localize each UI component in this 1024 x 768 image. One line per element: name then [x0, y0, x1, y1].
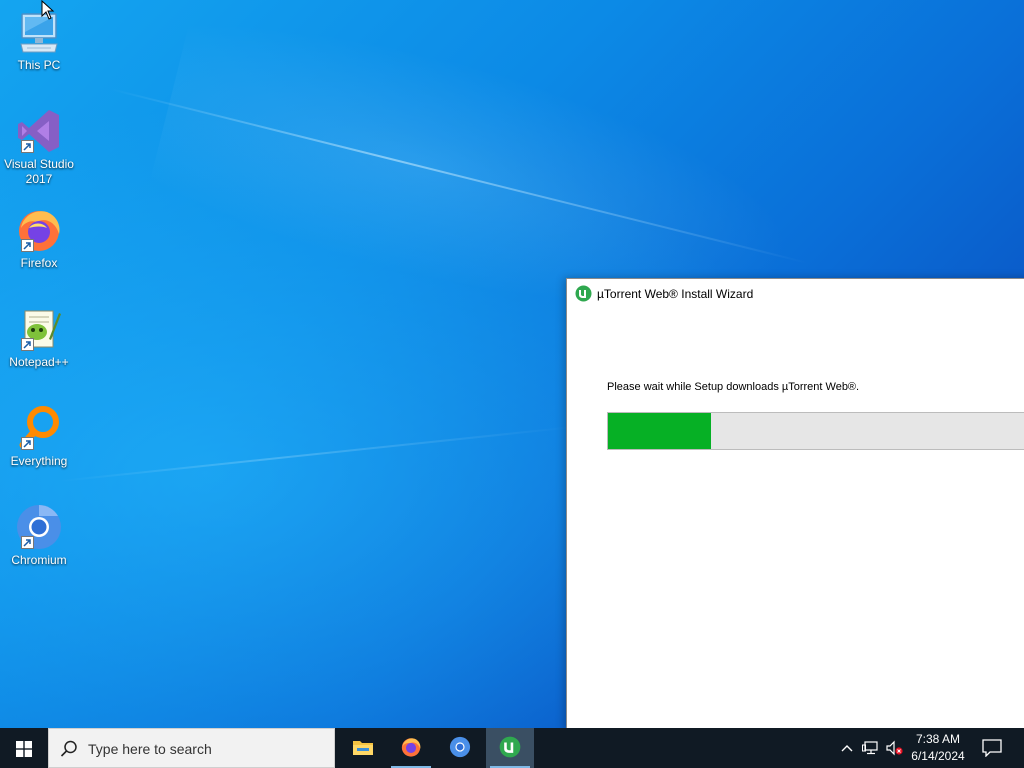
firefox-icon [15, 206, 63, 254]
firefox-icon [401, 738, 421, 757]
this-pc-icon [15, 8, 63, 56]
search-icon [60, 740, 78, 763]
shortcut-arrow-icon [21, 239, 34, 252]
desktop-icon-notepad-plus-plus[interactable]: Notepad++ [2, 305, 76, 370]
progress-bar-fill [608, 413, 712, 449]
desktop-icon-visual-studio[interactable]: Visual Studio 2017 [2, 107, 76, 187]
shortcut-arrow-icon [21, 140, 34, 153]
taskbar: Type here to search 7:38 AM 6/14/2024 [0, 728, 1024, 768]
chromium-icon [449, 736, 471, 758]
desktop-icon-label: Firefox [20, 256, 58, 270]
search-placeholder: Type here to search [88, 741, 212, 757]
desktop-icon-this-pc[interactable]: This PC [2, 8, 76, 73]
clock-time: 7:38 AM [915, 732, 961, 746]
utorrent-install-wizard-window[interactable]: µTorrent Web® Install Wizard Please wait… [566, 278, 1024, 731]
mouse-cursor-icon [41, 0, 55, 25]
taskbar-clock[interactable]: 7:38 AM 6/14/2024 [904, 731, 972, 765]
window-titlebar[interactable]: µTorrent Web® Install Wizard [567, 279, 1024, 309]
everything-search-icon [15, 404, 63, 452]
volume-muted-icon[interactable] [886, 740, 904, 761]
visual-studio-icon [15, 107, 63, 155]
desktop-icon-label: Visual Studio 2017 [4, 157, 74, 186]
start-button[interactable] [0, 728, 48, 768]
desktop-icon-chromium[interactable]: Chromium [2, 503, 76, 568]
taskbar-firefox[interactable] [387, 728, 435, 768]
shortcut-arrow-icon [21, 338, 34, 351]
desktop-icon-firefox[interactable]: Firefox [2, 206, 76, 271]
download-status-message: Please wait while Setup downloads µTorre… [607, 381, 860, 393]
show-hidden-icons-chevron-icon[interactable] [840, 740, 854, 761]
download-progress-bar [607, 412, 1024, 450]
utorrent-icon [499, 736, 521, 758]
file-explorer-icon [353, 741, 373, 755]
utorrent-logo-icon [575, 285, 592, 302]
windows-logo-icon [16, 741, 32, 757]
chromium-icon [15, 503, 63, 551]
notepad-plus-plus-icon [15, 305, 63, 353]
taskbar-file-explorer[interactable] [339, 728, 387, 768]
shortcut-arrow-icon [21, 536, 34, 549]
clock-date: 6/14/2024 [911, 749, 965, 763]
network-icon[interactable] [862, 740, 880, 761]
desktop-icon-label: Everything [10, 454, 68, 468]
shortcut-arrow-icon [21, 437, 34, 450]
desktop-icon-label: Notepad++ [9, 355, 69, 369]
action-center-notification-icon[interactable] [982, 739, 1002, 762]
taskbar-search-box[interactable]: Type here to search [48, 728, 335, 768]
window-title: µTorrent Web® Install Wizard [597, 287, 754, 301]
desktop-icon-everything[interactable]: Everything [2, 404, 76, 469]
desktop-icon-label: This PC [17, 58, 61, 72]
taskbar-utorrent-web[interactable] [486, 728, 534, 768]
taskbar-chromium[interactable] [436, 728, 484, 768]
desktop-icon-label: Chromium [11, 553, 67, 567]
